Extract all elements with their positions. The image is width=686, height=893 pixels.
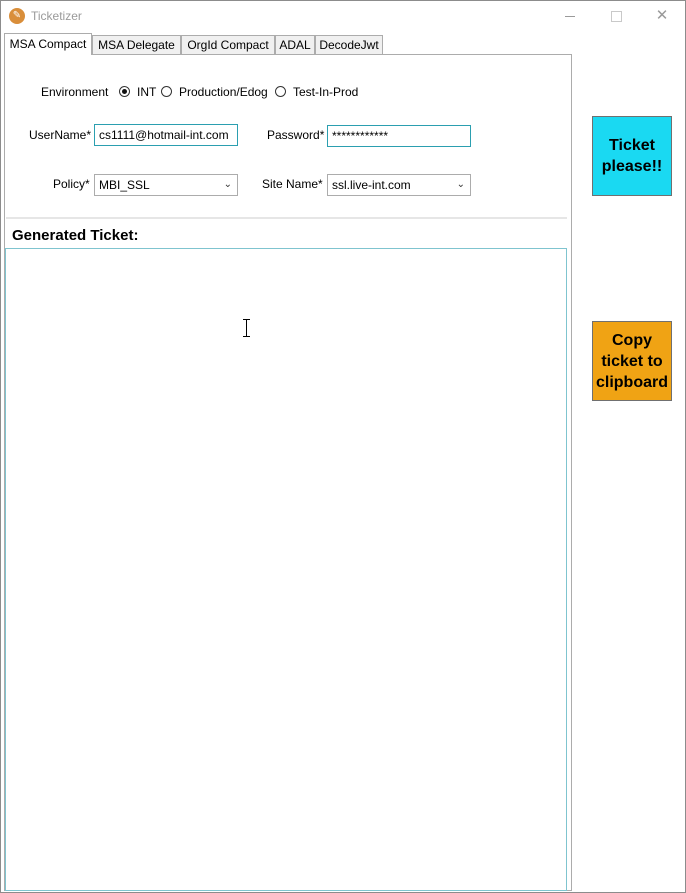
text-cursor-icon xyxy=(243,319,251,337)
site-name-select-value: ssl.live-int.com xyxy=(332,178,411,192)
radio-test-in-prod-label[interactable]: Test-In-Prod xyxy=(293,85,358,99)
password-label: Password* xyxy=(267,128,325,142)
radio-production-edog[interactable] xyxy=(161,86,172,97)
maximize-button[interactable] xyxy=(593,1,639,31)
close-icon: ✕ xyxy=(655,7,669,24)
radio-int-label[interactable]: INT xyxy=(137,85,156,99)
chevron-down-icon: ⌄ xyxy=(456,179,465,190)
policy-select-value: MBI_SSL xyxy=(99,178,150,192)
ticket-please-label: Ticket please!! xyxy=(601,137,663,175)
minimize-button[interactable] xyxy=(547,1,593,31)
minimize-icon xyxy=(565,16,575,18)
maximize-icon xyxy=(610,11,622,23)
policy-label: Policy* xyxy=(53,177,90,191)
tab-msa-delegate[interactable]: MSA Delegate xyxy=(92,35,181,54)
app-window: ✎ Ticketizer ✕ MSA Compact MSA Delegate … xyxy=(0,0,686,893)
environment-label: Environment xyxy=(41,85,109,99)
tab-adal[interactable]: ADAL xyxy=(275,35,315,54)
copy-ticket-button[interactable]: Copy ticket to clipboard xyxy=(592,321,672,401)
username-input[interactable]: cs1111@hotmail-int.com xyxy=(94,124,238,146)
username-label: UserName* xyxy=(29,128,92,142)
tab-msa-compact[interactable]: MSA Compact xyxy=(4,33,92,55)
radio-test-in-prod[interactable] xyxy=(275,86,286,97)
radio-production-edog-label[interactable]: Production/Edog xyxy=(179,85,268,99)
window-title: Ticketizer xyxy=(31,9,82,23)
site-name-label: Site Name* xyxy=(262,177,323,191)
policy-select[interactable]: MBI_SSL ⌄ xyxy=(94,174,238,196)
title-bar[interactable]: ✎ Ticketizer ✕ xyxy=(1,1,685,31)
copy-ticket-label: Copy ticket to clipboard xyxy=(595,331,668,391)
app-icon: ✎ xyxy=(9,8,25,24)
site-name-select[interactable]: ssl.live-int.com ⌄ xyxy=(327,174,471,196)
tab-orgid-compact[interactable]: OrgId Compact xyxy=(181,35,275,54)
chevron-down-icon: ⌄ xyxy=(223,179,232,190)
generated-ticket-textarea[interactable] xyxy=(5,248,567,891)
radio-int[interactable] xyxy=(119,86,130,97)
tab-decodejwt[interactable]: DecodeJwt xyxy=(315,35,383,54)
close-button[interactable]: ✕ xyxy=(639,1,685,31)
ticket-please-button[interactable]: Ticket please!! xyxy=(592,116,672,196)
separator xyxy=(6,217,567,219)
generated-ticket-heading: Generated Ticket: xyxy=(12,227,139,244)
password-input[interactable]: ************ xyxy=(327,125,471,147)
